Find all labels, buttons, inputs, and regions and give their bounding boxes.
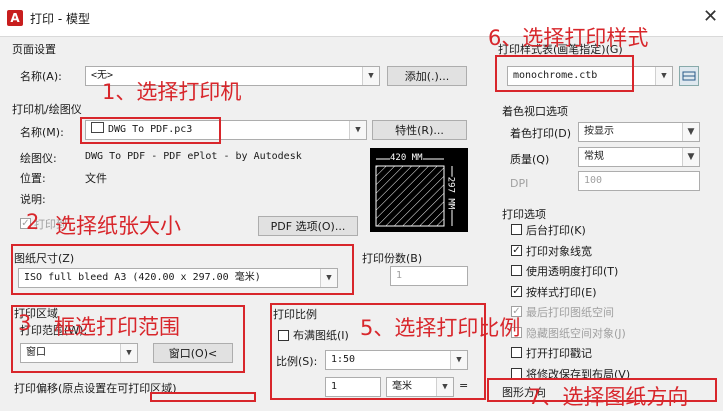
dropdown-arrow-icon: ▼: [682, 148, 699, 166]
quality-label: 质量(Q): [510, 153, 550, 166]
autocad-logo-icon: A: [7, 10, 23, 26]
dropdown-arrow-icon: ▼: [682, 123, 699, 141]
plot-option-label: 使用透明度打印(T): [526, 265, 619, 278]
dropdown-arrow-icon: ▼: [362, 67, 379, 85]
highlight-style-table: [495, 55, 634, 92]
copies-value: 1: [396, 270, 403, 281]
plot-option-label: 隐藏图纸空间对象(J): [526, 326, 626, 340]
printer-name-label: 名称(M):: [20, 126, 64, 139]
printer-group-label: 打印机/绘图仪: [12, 103, 82, 116]
highlight-paper-size: [11, 244, 354, 295]
shade-plot-value: 按显示: [584, 126, 614, 137]
dpi-input[interactable]: 100: [578, 171, 700, 191]
plot-option-label: 按样式打印(E): [526, 285, 597, 299]
preview-width-label: 420 MM: [390, 153, 423, 163]
dpi-value: 100: [584, 175, 603, 186]
plot-option-label: 最后打印图纸空间: [526, 306, 614, 319]
plot-option-checkbox[interactable]: [511, 347, 522, 358]
plotter-label: 绘图仪:: [20, 152, 57, 165]
quality-value: 常规: [584, 151, 604, 162]
edit-style-icon[interactable]: [679, 66, 699, 86]
plot-option-checkbox[interactable]: ✓: [511, 244, 522, 256]
shade-plot-label: 着色打印(D): [510, 127, 572, 140]
pdf-options-button[interactable]: PDF 选项(O)...: [258, 216, 358, 236]
location-label: 位置:: [20, 172, 46, 185]
page-setup-name-label: 名称(A):: [20, 70, 62, 83]
copies-label: 打印份数(B): [362, 252, 423, 265]
annotation-5: 5、选择打印比例: [360, 316, 521, 340]
highlight-printer: [80, 117, 221, 144]
plot-option-label: 打印对象线宽: [526, 244, 592, 258]
plot-option-checkbox[interactable]: [511, 265, 522, 276]
plot-options-group-label: 打印选项: [502, 208, 546, 221]
annotation-3-number: 3: [18, 311, 32, 335]
dropdown-arrow-icon: ▼: [349, 121, 366, 139]
annotation-6: 6、选择打印样式: [488, 26, 649, 50]
annotation-1: 1、选择打印机: [102, 80, 242, 104]
annotation-7: 7、选择图纸方向: [528, 385, 689, 409]
add-page-setup-button[interactable]: 添加(.)...: [387, 66, 467, 86]
annotation-2: 选择纸张大小: [55, 214, 181, 238]
paper-preview: 420 MM 297 MM: [370, 148, 468, 232]
preview-height-label: 297 MM: [445, 176, 456, 210]
dpi-label: DPI: [510, 177, 529, 190]
printer-properties-button[interactable]: 特性(R)...: [372, 120, 467, 140]
location-value: 文件: [85, 172, 107, 185]
plotter-value: DWG To PDF - PDF ePlot - by Autodesk: [85, 151, 302, 162]
shade-plot-select[interactable]: 按显示 ▼: [578, 122, 700, 142]
plot-option-checkbox[interactable]: [511, 367, 522, 379]
page-setup-group-label: 页面设置: [12, 43, 56, 56]
plot-option-label: 后台打印(K): [526, 224, 586, 237]
copies-input[interactable]: 1: [390, 266, 468, 286]
annotation-3: 框选打印范围: [54, 315, 180, 339]
highlight-offset: [150, 392, 256, 402]
plot-option-checkbox[interactable]: ✓: [511, 285, 522, 297]
annotation-2-number: 2: [26, 210, 40, 234]
quality-select[interactable]: 常规 ▼: [578, 147, 700, 167]
shaded-group-label: 着色视口选项: [502, 105, 568, 118]
window-title: 打印 - 模型: [30, 12, 90, 26]
plot-option-checkbox[interactable]: [511, 224, 522, 235]
close-icon[interactable]: ✕: [703, 6, 718, 27]
description-label: 说明:: [20, 193, 46, 206]
plot-option-label: 打开打印戳记: [526, 347, 592, 360]
dropdown-arrow-icon: ▼: [655, 67, 672, 85]
